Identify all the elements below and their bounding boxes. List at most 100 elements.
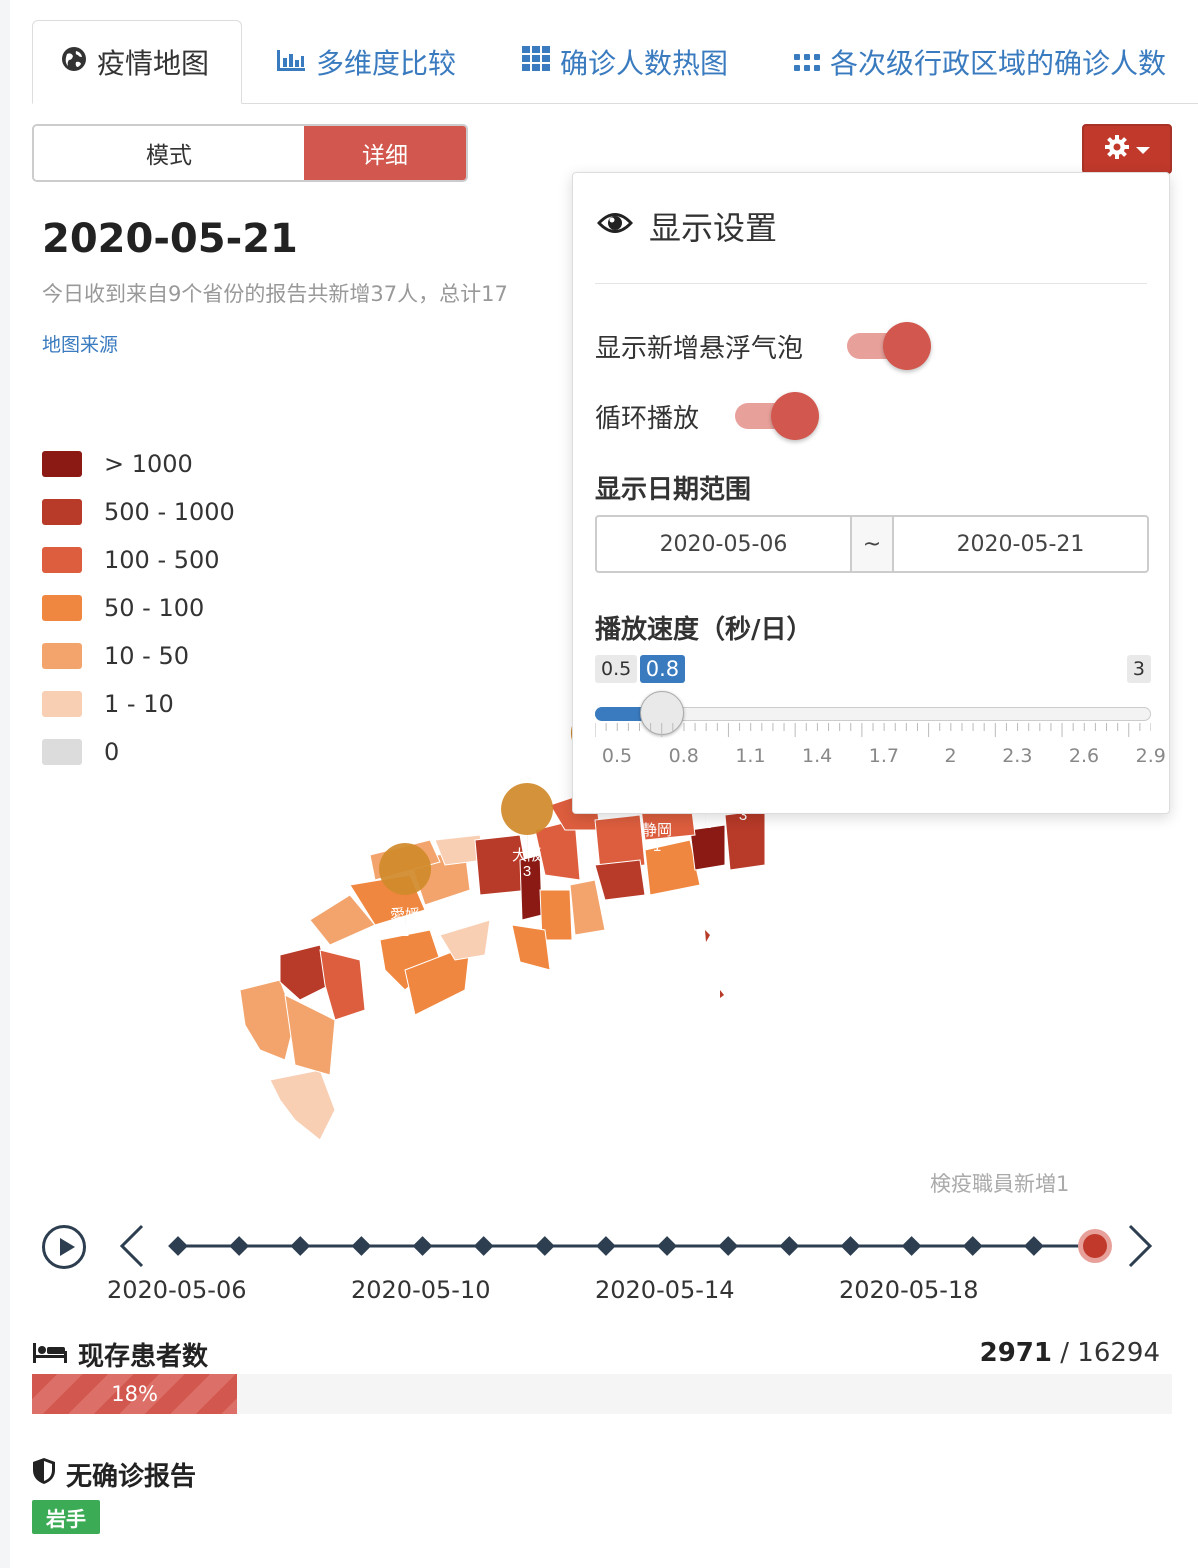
timeline-point[interactable] [290, 1236, 311, 1256]
date-from-input[interactable]: 2020-05-06 [597, 517, 850, 571]
timeline-point[interactable] [962, 1236, 983, 1256]
tab-map[interactable]: 疫情地图 [32, 20, 242, 104]
timeline-point[interactable] [779, 1236, 800, 1256]
loop-label: 循环播放 [595, 404, 700, 434]
panel-title: 显示设置 [595, 203, 777, 249]
loop-toggle[interactable] [735, 392, 819, 440]
legend-swatch [42, 451, 82, 477]
speed-tick-label: 0.5 [601, 745, 633, 767]
map-source-link[interactable]: 地图来源 [42, 330, 118, 357]
tab-compare[interactable]: 多维度比较 [276, 20, 456, 104]
dots-grid-icon [794, 46, 820, 79]
region-kyushu-west[interactable] [239, 979, 296, 1061]
speed-tick-label: 2.6 [1068, 745, 1100, 767]
timeline-point[interactable] [229, 1236, 250, 1256]
svg-text:1: 1 [653, 838, 661, 855]
patients-progress-fill: 18% [32, 1374, 238, 1414]
timeline-label: 2020-05-06 [107, 1276, 247, 1304]
date-range-picker: 2020-05-06 ~ 2020-05-21 [595, 515, 1149, 573]
legend-item: > 1000 [42, 440, 235, 488]
legend-swatch [42, 499, 82, 525]
svg-text:大阪: 大阪 [512, 847, 542, 864]
chevron-down-icon [1136, 140, 1150, 159]
legend-item: 100 - 500 [42, 536, 235, 584]
legend-swatch [42, 739, 82, 765]
speed-tick-label: 0.8 [668, 745, 699, 767]
date-to-input[interactable]: 2020-05-21 [894, 517, 1147, 571]
prefecture-badge[interactable]: 岩手 [32, 1500, 100, 1534]
daily-summary: 今日收到来自9个省份的报告共新增37人，总计17 [42, 282, 508, 306]
shield-icon [32, 1457, 56, 1492]
timeline-point[interactable] [473, 1236, 494, 1256]
legend-item: 50 - 100 [42, 584, 235, 632]
speed-tick-label: 1.4 [802, 745, 833, 767]
timeline-point[interactable] [596, 1236, 616, 1256]
speed-max-label: 3 [1126, 655, 1151, 683]
speed-current-label: 0.8 [639, 655, 686, 683]
speed-tick-label: 2.9 [1135, 745, 1166, 767]
legend-item: 500 - 1000 [42, 488, 235, 536]
svg-text:3: 3 [523, 863, 531, 880]
show-bubbles-toggle[interactable] [847, 322, 931, 370]
timeline-point[interactable] [657, 1236, 677, 1256]
globe-icon [61, 46, 87, 79]
gear-icon [1104, 134, 1130, 164]
region-aichi[interactable] [594, 859, 646, 901]
timeline-point[interactable] [840, 1236, 861, 1256]
speed-min-label: 0.5 [595, 655, 638, 683]
region-mie[interactable] [569, 879, 606, 936]
timeline-slider[interactable] [110, 1216, 1170, 1280]
timeline-point[interactable] [1023, 1236, 1044, 1256]
left-rail [0, 0, 10, 1568]
date-range-heading: 显示日期范围 [595, 475, 752, 505]
speed-slider[interactable]: 0.5 0.8 3 0.5 0.8 1.1 1.4 1.7 2 2.3 2.6 2.9 [595, 649, 1166, 769]
timeline-point[interactable] [168, 1236, 188, 1256]
patients-title: 现存患者数 [32, 1336, 208, 1373]
settings-button[interactable] [1082, 124, 1172, 174]
svg-text:10: 10 [697, 815, 714, 832]
tab-bar: 疫情地图 多维度比较 确诊人数热图 各次级行政区域的确诊人数 [32, 20, 1198, 104]
timeline-point[interactable] [412, 1236, 433, 1256]
region-oita[interactable] [319, 949, 366, 1021]
region-izu-islands [705, 930, 724, 998]
patients-progress: 18% [32, 1374, 1172, 1414]
timeline-point[interactable] [901, 1236, 922, 1256]
patients-count: 2971 / 16294 [979, 1338, 1160, 1368]
legend-swatch [42, 691, 82, 717]
timeline-current-point[interactable] [1083, 1234, 1107, 1258]
timeline-point[interactable] [351, 1236, 372, 1256]
timeline-point[interactable] [534, 1236, 555, 1256]
svg-text:愛媛: 愛媛 [390, 907, 420, 924]
display-settings-panel: 显示设置 显示新增悬浮气泡 循环播放 显示日期范围 2020-05-06 ~ 2… [572, 172, 1170, 814]
speed-tick-label: 2.3 [1002, 745, 1033, 767]
date-range-separator: ~ [850, 517, 894, 571]
next-icon[interactable] [1128, 1224, 1153, 1268]
timeline-label: 2020-05-18 [839, 1276, 979, 1304]
speed-tick-label: 2 [944, 745, 957, 767]
legend-swatch [42, 643, 82, 669]
timeline-point[interactable] [718, 1236, 739, 1256]
bed-icon [32, 1337, 68, 1372]
mode-button[interactable]: 模式 [34, 126, 304, 180]
region-wakayama[interactable] [511, 924, 551, 971]
current-date: 2020-05-21 [42, 216, 298, 262]
svg-text:静岡: 静岡 [642, 822, 672, 839]
tab-heatmap[interactable]: 确诊人数热图 [522, 20, 728, 104]
timeline-label: 2020-05-10 [351, 1276, 491, 1304]
svg-text:1: 1 [401, 923, 409, 940]
legend-swatch [42, 595, 82, 621]
show-bubbles-label: 显示新增悬浮气泡 [595, 334, 804, 364]
mode-toggle: 模式 详细 [32, 124, 468, 182]
speed-tick-label: 1.1 [735, 745, 766, 767]
tab-subregion[interactable]: 各次级行政区域的确诊人数 [794, 20, 1166, 104]
quarantine-note: 検疫職員新増1 [930, 1172, 1070, 1196]
speed-tick-label: 1.7 [868, 745, 899, 767]
region-kyushu-mid[interactable] [284, 994, 336, 1076]
play-button[interactable] [42, 1225, 86, 1269]
legend-item: 10 - 50 [42, 632, 235, 680]
region-kyushu-south[interactable] [269, 1069, 336, 1141]
prev-icon[interactable] [119, 1224, 144, 1268]
speed-heading: 播放速度（秒/日） [595, 615, 813, 645]
detail-button[interactable]: 详细 [304, 126, 466, 180]
timeline-label: 2020-05-14 [595, 1276, 735, 1304]
